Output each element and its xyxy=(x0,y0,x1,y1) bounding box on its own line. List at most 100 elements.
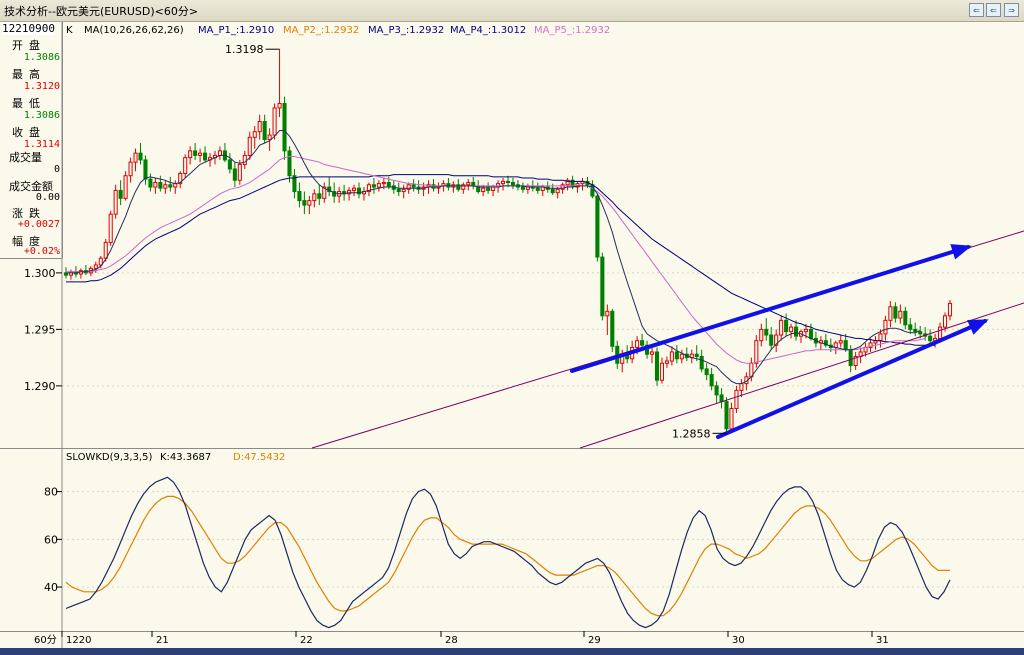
candle-down xyxy=(386,182,391,187)
candle-down xyxy=(719,394,724,403)
ma-p2-value: MA_P2_:1.2932 xyxy=(283,25,359,36)
candle-down xyxy=(282,102,287,152)
ma-p4-value: MA_P4_:1.3012 xyxy=(450,25,526,36)
candle-down xyxy=(550,188,555,194)
price-tick-label: 1.290 xyxy=(24,380,56,393)
candle-up xyxy=(247,136,252,156)
candle-down xyxy=(699,355,704,370)
candle-down xyxy=(158,182,163,189)
trendline-lower xyxy=(579,302,1024,449)
candle-up xyxy=(555,188,560,194)
candle-up xyxy=(947,302,953,317)
candle-up xyxy=(198,152,203,156)
window-title: 技术分析--欧元美元(EURUSD)<60分> xyxy=(4,5,199,18)
candle-up xyxy=(307,200,312,206)
candle-down xyxy=(232,168,237,181)
candle-up xyxy=(188,150,193,159)
candle-up xyxy=(734,389,739,409)
price-tick-label: 1.295 xyxy=(24,323,56,336)
candle-down xyxy=(227,159,232,170)
candle-up xyxy=(659,362,664,381)
candle-down xyxy=(471,182,476,187)
candle-up xyxy=(754,340,759,364)
candle-up xyxy=(133,152,138,163)
candle-up xyxy=(173,183,178,188)
time-tick-label: 31 xyxy=(876,635,889,646)
candle-down xyxy=(808,328,813,339)
arrow-channel-bottom-head xyxy=(967,319,989,335)
candle-down xyxy=(724,401,729,430)
candle-down xyxy=(694,353,699,357)
k-label: K xyxy=(66,25,73,36)
candle-up xyxy=(491,186,496,191)
ma-p5-value: MA_P5_:1.2932 xyxy=(534,25,610,36)
candle-down xyxy=(918,331,923,335)
candle-down xyxy=(371,184,376,188)
candle-up xyxy=(113,189,118,215)
candle-down xyxy=(431,184,436,189)
ma-p3-value: MA_P3_:1.2932 xyxy=(368,25,444,36)
restore-button[interactable]: ⇐ xyxy=(986,3,1001,17)
candle-down xyxy=(446,183,451,188)
candle-up xyxy=(739,383,744,391)
time-tick-label: 1220 xyxy=(66,635,91,646)
candle-up xyxy=(888,306,893,321)
kd-k-value: K:43.3687 xyxy=(160,452,211,463)
arrow-channel-top-head xyxy=(950,244,972,260)
candle-down xyxy=(411,184,416,188)
candle-up xyxy=(128,161,133,177)
candle-up xyxy=(272,107,277,136)
candle-up xyxy=(163,184,168,189)
candle-down xyxy=(704,368,709,376)
slowkd-chart[interactable]: SLOWKD(9,3,3,5) K:43.3687 D:47.5432 40 60… xyxy=(0,449,1024,648)
candle-up xyxy=(883,319,888,335)
candle-up xyxy=(729,407,734,430)
candle-up xyxy=(898,310,903,319)
candle-up xyxy=(466,182,471,186)
candle-down xyxy=(168,184,173,188)
time-tick-label: 30 xyxy=(732,635,745,646)
candle-down xyxy=(510,182,516,186)
candle-down xyxy=(302,200,307,206)
candle-up xyxy=(605,310,610,317)
candle-up xyxy=(277,102,282,109)
time-tick-label: 21 xyxy=(156,635,169,646)
candle-down xyxy=(764,328,769,336)
candle-up xyxy=(878,333,883,342)
candle-up xyxy=(942,315,948,328)
candle-up xyxy=(779,319,784,336)
candle-down xyxy=(148,178,153,188)
kd-d-value: D:47.5432 xyxy=(233,452,285,463)
candlestick-chart[interactable]: 1.290 1.295 1.300 K MA(10,26,26,62,26) MA_… xyxy=(0,22,1024,449)
candle-up xyxy=(237,163,242,181)
candle-down xyxy=(908,324,913,330)
candle-up xyxy=(267,134,272,141)
candle-down xyxy=(784,319,789,333)
candle-down xyxy=(654,351,660,381)
candle-up xyxy=(938,326,943,339)
candle-down xyxy=(203,152,208,161)
candle-up xyxy=(481,187,486,193)
ma-params: MA(10,26,26,62,26) xyxy=(84,25,184,36)
ma-line-long xyxy=(66,174,936,346)
candle-up xyxy=(123,175,128,199)
candle-up xyxy=(669,351,674,362)
candle-down xyxy=(794,326,799,337)
candle-up xyxy=(312,193,317,202)
candle-up xyxy=(153,182,158,188)
candle-up xyxy=(401,188,406,193)
kd-d-line xyxy=(65,495,950,617)
candle-up xyxy=(257,121,262,133)
candle-up xyxy=(789,326,794,333)
candle-down xyxy=(143,159,148,180)
forward-button[interactable]: ⇒ xyxy=(1004,3,1019,17)
price-annotation: 1.2858 xyxy=(672,427,711,440)
ma-line-short xyxy=(66,130,921,385)
candle-up xyxy=(252,131,257,138)
back-button[interactable]: ⇐ xyxy=(969,3,984,17)
price-tick-label: 1.300 xyxy=(24,267,56,280)
candle-down xyxy=(903,310,908,326)
candle-down xyxy=(317,193,322,199)
candle-down xyxy=(297,191,302,202)
arrow-channel-bottom xyxy=(716,319,987,439)
